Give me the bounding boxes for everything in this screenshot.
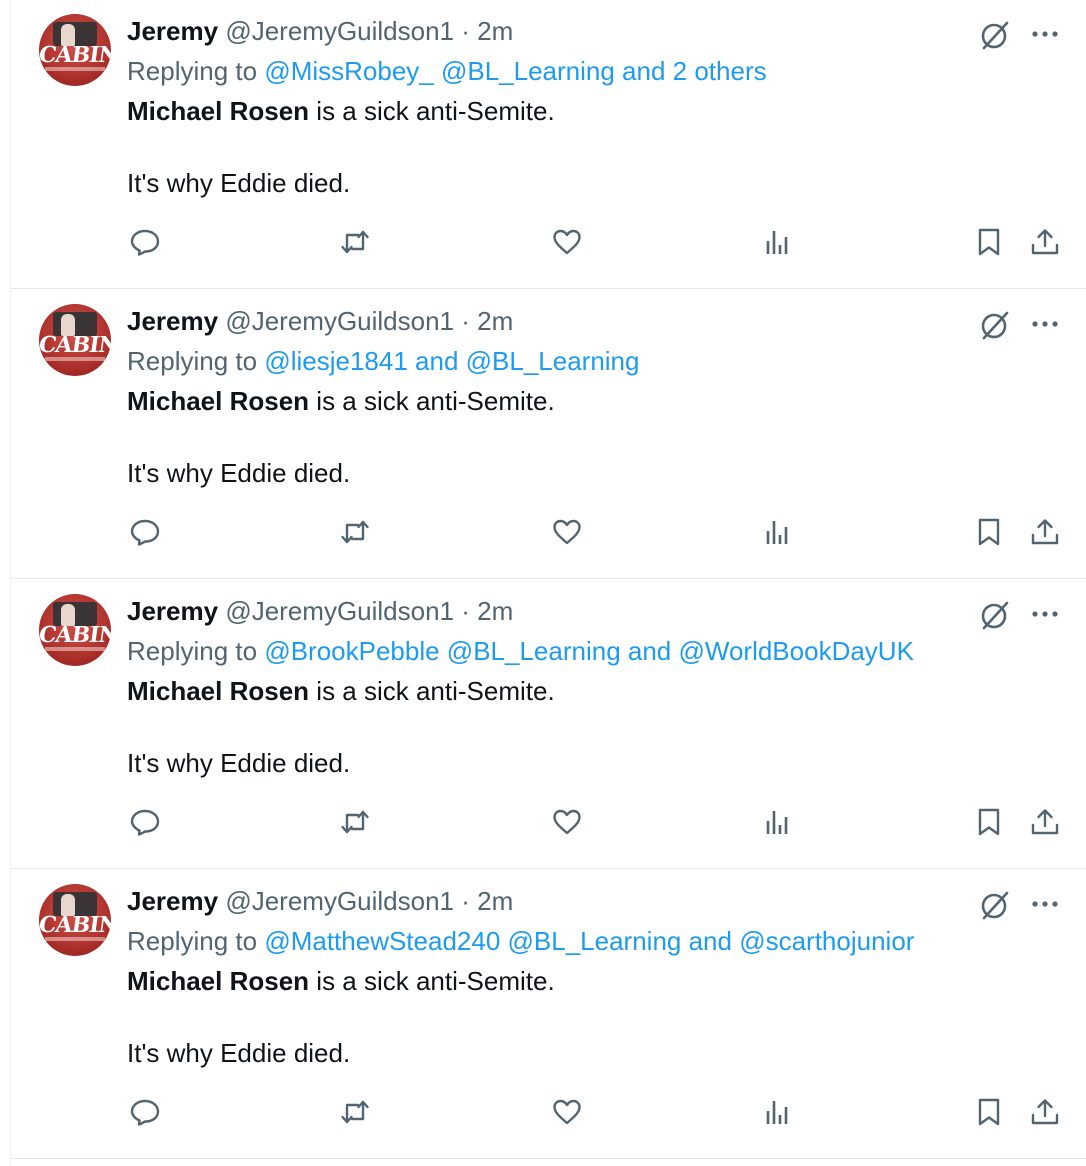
tweet-text-bold: Michael Rosen — [127, 676, 310, 706]
more-icon[interactable] — [1027, 888, 1063, 922]
tweet-time[interactable]: 2m — [477, 16, 513, 46]
tweet-text-bold: Michael Rosen — [127, 96, 310, 126]
grok-icon[interactable] — [977, 888, 1013, 922]
tweet-text-line2: It's why Eddie died. — [127, 1038, 351, 1068]
author-name[interactable]: Jeremy — [127, 886, 218, 916]
tweet-header: Jeremy @JeremyGuildson1 · 2m — [127, 306, 513, 336]
tweet[interactable]: CABINET Jeremy @JeremyGuildson1 · 2m Rep… — [10, 290, 1086, 579]
replying-to: Replying to @BrookPebble @BL_Learning an… — [127, 636, 914, 666]
replying-to: Replying to @MissRobey_ @BL_Learning and… — [127, 56, 767, 86]
views-icon[interactable] — [757, 512, 797, 552]
views-icon[interactable] — [757, 222, 797, 262]
retweet-icon[interactable] — [335, 802, 375, 842]
tweet-text-rest: is a sick anti-Semite. — [309, 676, 555, 706]
timeline-feed: CABINET Jeremy @JeremyGuildson1 · 2m Rep… — [0, 0, 1086, 1166]
avatar-logo-text: CABINET — [39, 332, 111, 358]
avatar[interactable]: CABINET — [39, 594, 111, 666]
share-icon[interactable] — [1025, 802, 1065, 842]
tweet-actions — [11, 512, 1086, 552]
author-handle[interactable]: @JeremyGuildson1 — [225, 306, 454, 336]
tweet-text-bold: Michael Rosen — [127, 966, 310, 996]
reply-icon[interactable] — [125, 802, 165, 842]
tweet-text: Michael Rosen is a sick anti-Semite. — [127, 96, 555, 126]
tweet[interactable]: CABINET Jeremy @JeremyGuildson1 · 2m Rep… — [10, 580, 1086, 869]
avatar[interactable]: CABINET — [39, 14, 111, 86]
author-handle[interactable]: @JeremyGuildson1 — [225, 16, 454, 46]
grok-icon[interactable] — [977, 18, 1013, 52]
tweet[interactable]: CABINET Jeremy @JeremyGuildson1 · 2m Rep… — [10, 870, 1086, 1159]
share-icon[interactable] — [1025, 512, 1065, 552]
tweet-text-rest: is a sick anti-Semite. — [309, 96, 555, 126]
replying-prefix: Replying to — [127, 636, 258, 666]
bookmark-icon[interactable] — [969, 1092, 1009, 1132]
separator-dot: · — [461, 596, 470, 626]
tweet-time[interactable]: 2m — [477, 596, 513, 626]
tweet-header: Jeremy @JeremyGuildson1 · 2m — [127, 596, 513, 626]
tweet-text-rest: is a sick anti-Semite. — [309, 966, 555, 996]
tweet-time[interactable]: 2m — [477, 306, 513, 336]
reply-icon[interactable] — [125, 222, 165, 262]
tweet-text: Michael Rosen is a sick anti-Semite. — [127, 966, 555, 996]
like-icon[interactable] — [547, 1092, 587, 1132]
replying-mentions[interactable]: @MatthewStead240 @BL_Learning and @scart… — [264, 926, 914, 956]
retweet-icon[interactable] — [335, 1092, 375, 1132]
separator-dot: · — [461, 886, 470, 916]
replying-mentions[interactable]: @BrookPebble @BL_Learning and @WorldBook… — [264, 636, 914, 666]
avatar-logo-text: CABINET — [39, 622, 111, 648]
tweet-text-line2: It's why Eddie died. — [127, 458, 351, 488]
author-name[interactable]: Jeremy — [127, 306, 218, 336]
share-icon[interactable] — [1025, 1092, 1065, 1132]
share-icon[interactable] — [1025, 222, 1065, 262]
reply-icon[interactable] — [125, 512, 165, 552]
tweet-header: Jeremy @JeremyGuildson1 · 2m — [127, 886, 513, 916]
bookmark-icon[interactable] — [969, 222, 1009, 262]
tweet-text-bold: Michael Rosen — [127, 386, 310, 416]
replying-prefix: Replying to — [127, 926, 258, 956]
avatar[interactable]: CABINET — [39, 304, 111, 376]
tweet-time[interactable]: 2m — [477, 886, 513, 916]
more-icon[interactable] — [1027, 18, 1063, 52]
grok-icon[interactable] — [977, 308, 1013, 342]
tweet-text-line2: It's why Eddie died. — [127, 748, 351, 778]
more-icon[interactable] — [1027, 598, 1063, 632]
tweet-actions — [11, 802, 1086, 842]
tweet-actions — [11, 1092, 1086, 1132]
avatar-logo-text: CABINET — [39, 42, 111, 68]
avatar[interactable]: CABINET — [39, 884, 111, 956]
avatar-logo-text: CABINET — [39, 912, 111, 938]
replying-to: Replying to @liesje1841 and @BL_Learning — [127, 346, 639, 376]
replying-prefix: Replying to — [127, 56, 258, 86]
grok-icon[interactable] — [977, 598, 1013, 632]
tweet-text-line2: It's why Eddie died. — [127, 168, 351, 198]
separator-dot: · — [461, 16, 470, 46]
views-icon[interactable] — [757, 1092, 797, 1132]
separator-dot: · — [461, 306, 470, 336]
author-handle[interactable]: @JeremyGuildson1 — [225, 886, 454, 916]
retweet-icon[interactable] — [335, 512, 375, 552]
tweet-header: Jeremy @JeremyGuildson1 · 2m — [127, 16, 513, 46]
next-tweet-edge — [10, 1156, 1086, 1166]
bookmark-icon[interactable] — [969, 802, 1009, 842]
replying-mentions[interactable]: @MissRobey_ @BL_Learning and 2 others — [264, 56, 766, 86]
author-name[interactable]: Jeremy — [127, 16, 218, 46]
retweet-icon[interactable] — [335, 222, 375, 262]
replying-mentions[interactable]: @liesje1841 and @BL_Learning — [264, 346, 639, 376]
tweet[interactable]: CABINET Jeremy @JeremyGuildson1 · 2m Rep… — [10, 0, 1086, 289]
replying-to: Replying to @MatthewStead240 @BL_Learnin… — [127, 926, 914, 956]
like-icon[interactable] — [547, 222, 587, 262]
tweet-text: Michael Rosen is a sick anti-Semite. — [127, 386, 555, 416]
tweet-actions — [11, 222, 1086, 262]
bookmark-icon[interactable] — [969, 512, 1009, 552]
like-icon[interactable] — [547, 512, 587, 552]
author-name[interactable]: Jeremy — [127, 596, 218, 626]
author-handle[interactable]: @JeremyGuildson1 — [225, 596, 454, 626]
like-icon[interactable] — [547, 802, 587, 842]
tweet-text: Michael Rosen is a sick anti-Semite. — [127, 676, 555, 706]
tweet-text-rest: is a sick anti-Semite. — [309, 386, 555, 416]
views-icon[interactable] — [757, 802, 797, 842]
replying-prefix: Replying to — [127, 346, 258, 376]
more-icon[interactable] — [1027, 308, 1063, 342]
reply-icon[interactable] — [125, 1092, 165, 1132]
